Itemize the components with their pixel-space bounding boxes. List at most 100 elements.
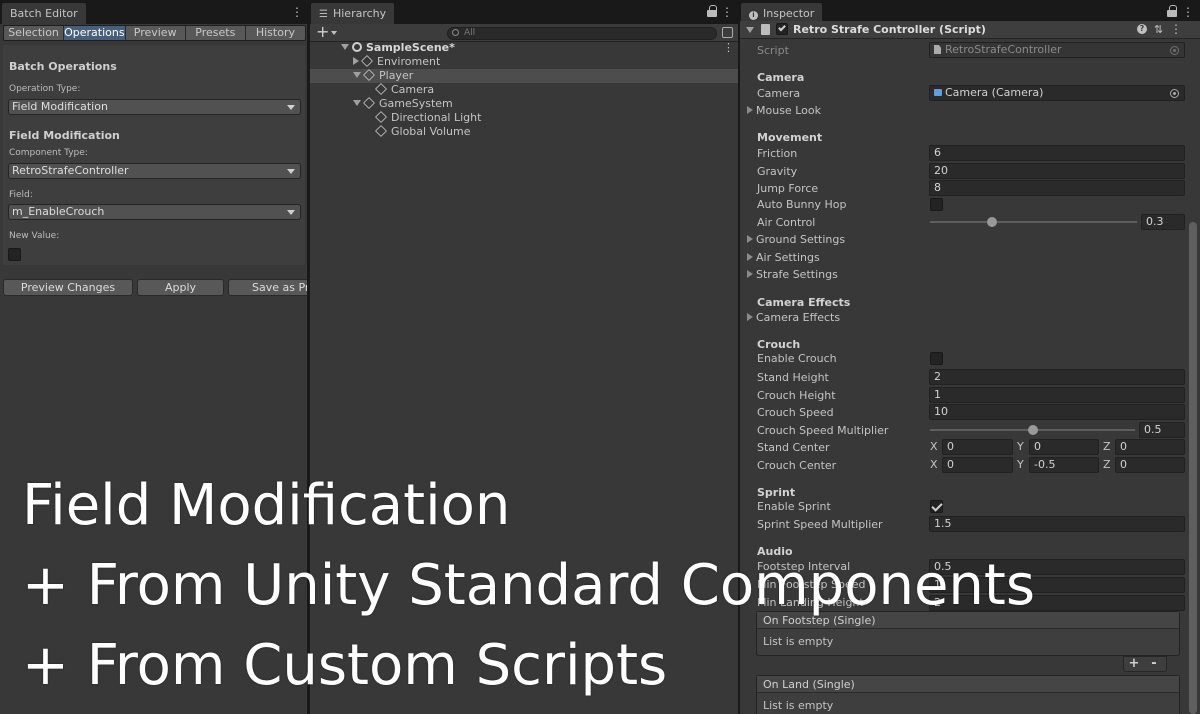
friction-field[interactable]: 6 [929, 145, 1185, 161]
component-type-dropdown[interactable]: RetroStrafeController [8, 163, 301, 179]
expand-icon[interactable] [353, 72, 361, 78]
expand-icon[interactable] [746, 27, 754, 33]
stand-height-label: Stand Height [757, 371, 829, 384]
mouse-look-foldout[interactable]: Mouse Look [747, 104, 821, 117]
enable-crouch-label: Enable Crouch [757, 352, 837, 365]
camera-effects-foldout[interactable]: Camera Effects [747, 311, 840, 324]
remove-item-button[interactable]: - [1144, 657, 1164, 670]
caption-line-2: + From Unity Standard Components [22, 553, 1036, 618]
field-dropdown[interactable]: m_EnableCrouch [8, 204, 301, 220]
slider-knob[interactable] [987, 217, 998, 227]
expand-icon [747, 235, 753, 243]
tab-operations[interactable]: Operations [64, 26, 126, 40]
air-settings-foldout[interactable]: Air Settings [747, 251, 820, 264]
crouch-center-x-field[interactable]: 0 [942, 457, 1013, 473]
air-control-value[interactable]: 0.3 [1141, 214, 1185, 230]
crouch-center-y-field[interactable]: -0.5 [1029, 457, 1099, 473]
item-label: Global Volume [391, 125, 471, 138]
on-land-event: On Land (Single) List is empty [756, 675, 1180, 714]
ground-settings-foldout[interactable]: Ground Settings [747, 233, 845, 246]
stand-center-z-field[interactable]: 0 [1115, 439, 1185, 455]
air-control-label: Air Control [757, 216, 816, 229]
kebab-menu-icon[interactable]: ⋮ [291, 4, 303, 20]
enable-sprint-checkbox[interactable] [930, 500, 943, 513]
stand-center-y-field[interactable]: 0 [1029, 439, 1099, 455]
chevron-down-icon[interactable] [331, 31, 337, 35]
lock-icon[interactable] [1166, 5, 1178, 17]
crouch-center-z-field[interactable]: 0 [1115, 457, 1185, 473]
hierarchy-item-scene[interactable]: SampleScene* ⋮ [310, 41, 738, 55]
tab-preview[interactable]: Preview [126, 26, 186, 40]
axis-x-label: X [930, 458, 938, 471]
preset-icon[interactable]: ⇅ [1154, 23, 1163, 36]
tab-selection[interactable]: Selection [4, 26, 65, 40]
enable-crouch-checkbox[interactable] [930, 352, 943, 365]
info-icon: i [749, 11, 758, 20]
kebab-menu-icon[interactable]: ⋮ [1182, 4, 1194, 20]
strafe-settings-foldout[interactable]: Strafe Settings [747, 268, 838, 281]
axis-z-label: Z [1103, 440, 1111, 453]
hierarchy-tab[interactable]: ☰ Hierarchy [311, 3, 395, 24]
gravity-field[interactable]: 20 [929, 163, 1185, 179]
hierarchy-item-enviroment[interactable]: Enviroment [310, 54, 738, 69]
batch-editor-tab-label: Batch Editor [10, 7, 78, 20]
crouch-speed-multiplier-slider[interactable] [930, 422, 1135, 438]
hierarchy-item-global-volume[interactable]: Global Volume [310, 124, 738, 139]
kebab-menu-icon[interactable]: ⋮ [723, 41, 734, 55]
stand-height-field[interactable]: 2 [929, 369, 1185, 385]
expand-icon[interactable] [353, 100, 361, 106]
item-label: Player [379, 69, 414, 82]
operation-type-dropdown[interactable]: Field Modification [8, 99, 301, 115]
crouch-height-field[interactable]: 1 [929, 387, 1185, 403]
friction-label: Friction [757, 147, 798, 160]
slider-knob[interactable] [1027, 425, 1038, 435]
movement-header: Movement [757, 131, 823, 144]
hierarchy-item-player[interactable]: Player [310, 68, 738, 83]
item-label: Directional Light [391, 111, 482, 124]
lock-icon[interactable] [706, 5, 718, 17]
preview-changes-button[interactable]: Preview Changes [3, 279, 133, 296]
stand-center-x-field[interactable]: 0 [942, 439, 1013, 455]
expand-icon[interactable] [341, 44, 349, 50]
help-icon[interactable]: ? [1137, 24, 1147, 34]
tab-presets[interactable]: Presets [186, 26, 246, 40]
camera-label: Camera [757, 87, 801, 100]
new-value-label: New Value: [9, 231, 60, 241]
add-icon[interactable]: + [316, 22, 329, 41]
gameobject-icon [374, 82, 388, 96]
sprint-speed-multiplier-field[interactable]: 1.5 [929, 516, 1185, 532]
mouse-look-label: Mouse Look [756, 104, 821, 117]
apply-button[interactable]: Apply [137, 279, 224, 296]
crouch-header: Crouch [757, 338, 801, 351]
component-enabled-checkbox[interactable] [776, 23, 788, 35]
inspector-scrollbar[interactable] [1189, 222, 1197, 714]
camera-effects-label: Camera Effects [756, 311, 841, 324]
search-placeholder: All [464, 28, 476, 38]
expand-icon[interactable] [353, 57, 359, 65]
component-header[interactable]: Retro Strafe Controller (Script) ? ⇅ ⋮ [740, 21, 1200, 39]
auto-bunny-hop-checkbox[interactable] [930, 198, 943, 211]
hierarchy-item-directional-light[interactable]: Directional Light [310, 110, 738, 125]
batch-editor-tabstrip: Batch Editor ⋮ [0, 0, 307, 24]
hierarchy-item-gamesystem[interactable]: GameSystem [310, 96, 738, 111]
save-preset-button[interactable]: Save as Preset [228, 279, 307, 296]
operation-tabs: Selection Operations Preview Presets His… [3, 25, 306, 41]
kebab-menu-icon[interactable]: ⋮ [721, 4, 733, 20]
search-mode-icon[interactable] [722, 27, 733, 38]
crouch-speed-field[interactable]: 10 [929, 404, 1185, 420]
camera-object-field[interactable]: Camera (Camera) [929, 85, 1185, 101]
tab-history[interactable]: History [246, 26, 305, 40]
hierarchy-search-input[interactable]: All [447, 27, 717, 40]
on-land-empty: List is empty [763, 699, 834, 712]
expand-icon [747, 313, 753, 321]
air-control-slider[interactable] [930, 214, 1137, 230]
batch-editor-tab[interactable]: Batch Editor [2, 3, 86, 24]
crouch-speed-multiplier-label: Crouch Speed Multiplier [757, 424, 889, 437]
add-item-button[interactable]: + [1124, 657, 1144, 670]
jump-force-field[interactable]: 8 [929, 180, 1185, 196]
new-value-checkbox[interactable] [8, 248, 21, 261]
hierarchy-item-camera[interactable]: Camera [310, 82, 738, 97]
object-picker-icon[interactable] [1170, 89, 1179, 98]
kebab-menu-icon[interactable]: ⋮ [1170, 22, 1182, 36]
crouch-speed-multiplier-value[interactable]: 0.5 [1139, 422, 1185, 438]
